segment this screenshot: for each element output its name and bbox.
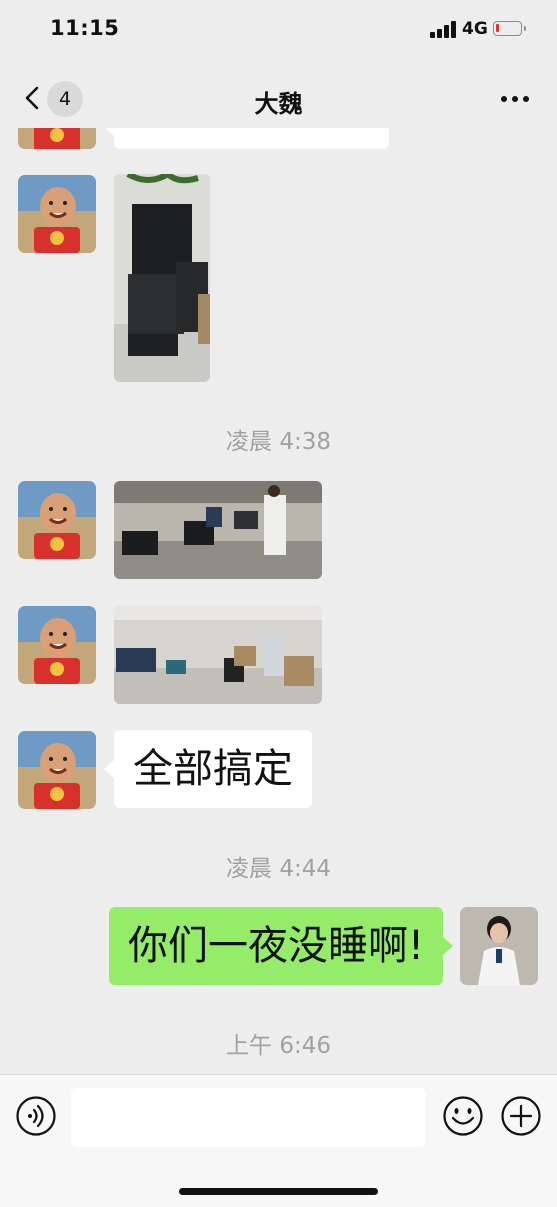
plus-icon[interactable] (500, 1095, 542, 1137)
photo-message[interactable] (114, 174, 210, 382)
battery-icon (493, 21, 526, 36)
message-bubble[interactable]: 你们一夜没睡啊! (108, 907, 454, 985)
timestamp: 上午 6:46 (226, 1033, 331, 1059)
status-time: 11:15 (50, 16, 120, 40)
message-input[interactable] (71, 1088, 426, 1147)
avatar[interactable] (18, 175, 96, 253)
timestamp: 凌晨 4:38 (226, 429, 331, 455)
avatar[interactable] (18, 481, 96, 559)
home-indicator[interactable] (179, 1188, 378, 1195)
message-bubble[interactable] (104, 128, 389, 149)
ellipsis-icon[interactable] (500, 95, 530, 103)
timestamp: 凌晨 4:44 (226, 856, 331, 882)
photo-message[interactable] (114, 606, 322, 704)
signal-icon (430, 21, 458, 38)
avatar[interactable] (18, 128, 96, 149)
chat-title: 大魏 (254, 90, 303, 118)
message-bubble[interactable]: 全部搞定 (104, 730, 312, 808)
chat-area[interactable]: 凌晨 4:38 全部搞定 凌晨 4:44 你们一夜没睡啊! 上午 6:46 (0, 128, 557, 1074)
emoji-icon[interactable] (442, 1095, 484, 1137)
voice-icon[interactable] (15, 1095, 57, 1137)
photo-message[interactable] (114, 481, 322, 579)
avatar[interactable] (18, 606, 96, 684)
network-label: 4G (462, 19, 488, 39)
avatar[interactable] (18, 731, 96, 809)
status-bar: 11:15 4G (0, 0, 557, 60)
avatar[interactable] (460, 907, 538, 985)
